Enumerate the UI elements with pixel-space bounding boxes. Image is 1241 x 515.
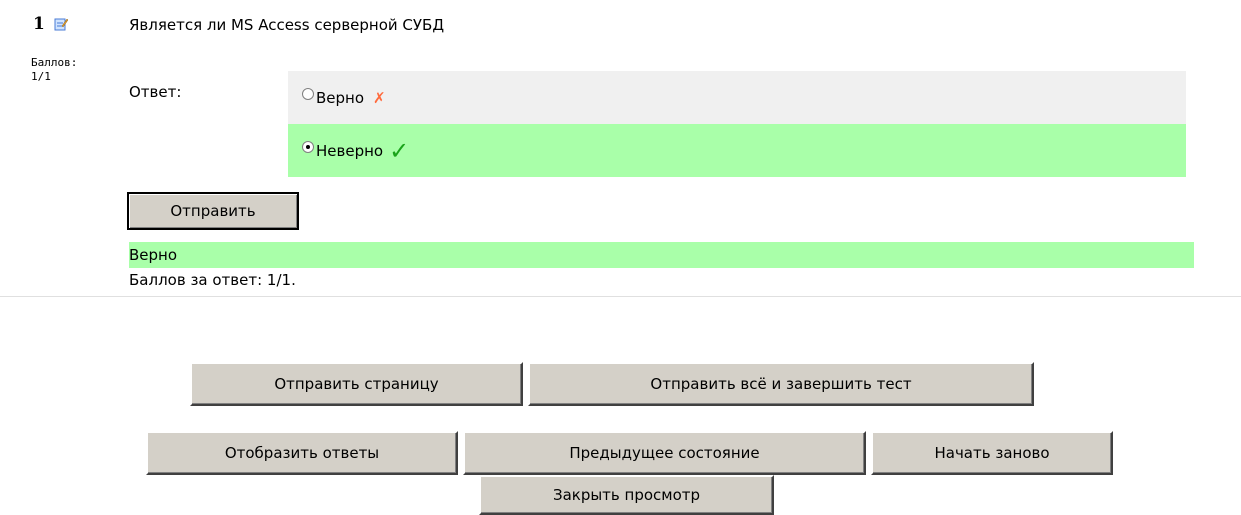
cross-mark-icon: ✗ — [373, 88, 386, 107]
edit-icon[interactable] — [54, 17, 68, 31]
previous-state-button[interactable]: Предыдущее состояние — [463, 431, 866, 475]
quiz-preview-page: 1 Баллов: 1/1 Является ли MS Access серв… — [0, 0, 1241, 515]
answer-option-false[interactable]: Неверно ✓ — [288, 124, 1186, 177]
grade-value: 1/1 — [31, 70, 51, 83]
submit-all-button[interactable]: Отправить всё и завершить тест — [528, 362, 1034, 406]
check-mark-icon: ✓ — [389, 136, 410, 165]
grade-info: Баллов: 1/1 — [31, 56, 77, 84]
radio-false[interactable] — [302, 140, 314, 153]
option-label-false: Неверно — [316, 141, 384, 160]
submit-button[interactable]: Отправить — [127, 192, 299, 230]
answer-label: Ответ: — [129, 83, 182, 101]
radio-true[interactable] — [302, 87, 314, 100]
question-text: Является ли MS Access серверной СУБД — [129, 16, 445, 34]
option-label-true: Верно — [316, 88, 365, 107]
score-feedback: Баллов за ответ: 1/1. — [129, 271, 296, 289]
grade-label: Баллов: — [31, 56, 78, 69]
answer-option-true[interactable]: Верно ✗ — [288, 71, 1186, 124]
question-number: 1 — [33, 14, 45, 34]
show-answers-button[interactable]: Отобразить ответы — [146, 431, 458, 475]
start-again-button[interactable]: Начать заново — [871, 431, 1113, 475]
result-feedback: Верно — [129, 242, 1194, 268]
close-preview-button[interactable]: Закрыть просмотр — [479, 475, 774, 515]
divider — [0, 296, 1241, 297]
submit-page-button[interactable]: Отправить страницу — [190, 362, 523, 406]
